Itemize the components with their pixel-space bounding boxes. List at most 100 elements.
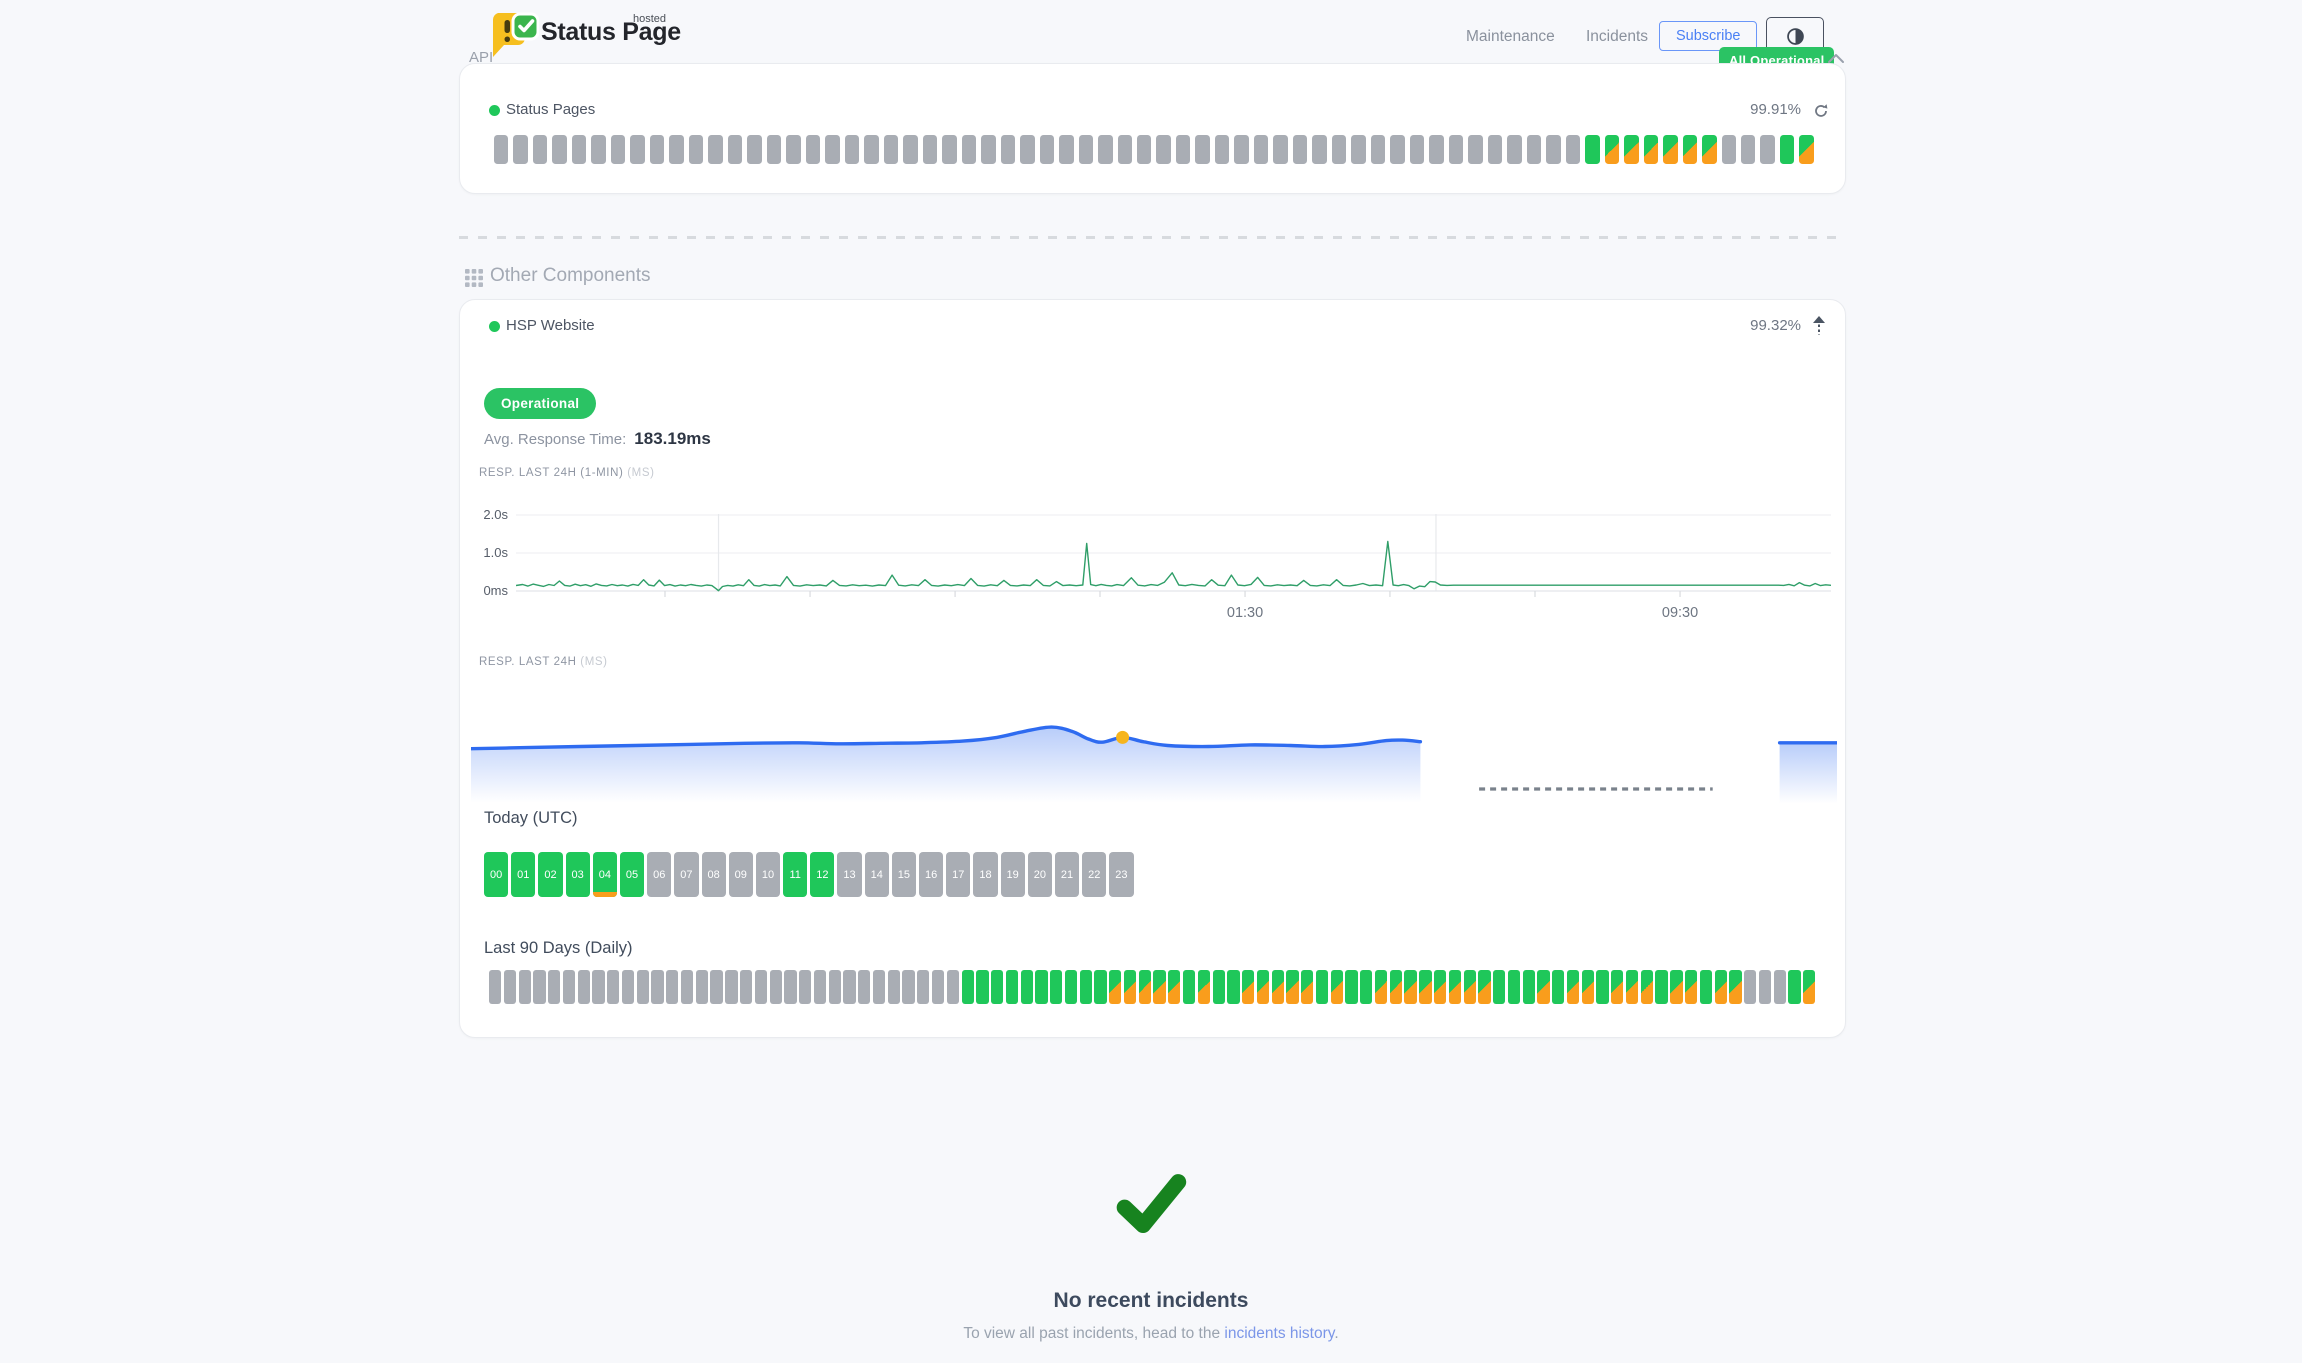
hour-label: 06 [653,869,665,881]
uptime-bar [1493,970,1505,1004]
chart2-marker-dot[interactable] [1116,731,1129,744]
hour-block-23: 23 [1109,852,1133,897]
no-incidents-section: No recent incidents To view all past inc… [0,1160,2302,1343]
uptime-bar [942,135,956,164]
uptime-bar [1429,135,1443,164]
uptime-bar [755,970,767,1004]
check-icon [1107,1160,1195,1248]
hour-block-13: 13 [837,852,861,897]
uptime-bar [1759,970,1771,1004]
hour-block-02: 02 [538,852,562,897]
svg-text:09:30: 09:30 [1662,605,1698,621]
uptime-bar [1001,135,1015,164]
chart1-ytick: 0ms [462,583,508,598]
nav-incidents[interactable]: Incidents [1586,28,1648,46]
uptime-bar [814,970,826,1004]
incidents-footer: To view all past incidents, head to the … [0,1325,2302,1343]
uptime-bar [519,970,531,1004]
uptime-bar [710,970,722,1004]
hour-block-11: 11 [783,852,807,897]
uptime-bar [1596,970,1608,1004]
uptime-bar [902,970,914,1004]
response-time-area-chart[interactable] [471,691,1837,816]
component-row[interactable]: HSP Website 99.32% [489,300,1831,356]
uptime-bar [1371,135,1385,164]
uptime-bar [651,970,663,1004]
section-divider [459,236,1844,239]
uptime-bar [1641,970,1653,1004]
uptime-bar [552,135,566,164]
uptime-bar [888,970,900,1004]
component-row[interactable]: Status Pages 99.91% [489,64,1831,124]
uptime-bar [767,135,781,164]
uptime-bar [494,135,508,164]
uptime-bar [1774,970,1786,1004]
uptime-bar [630,135,644,164]
uptime-bar [563,970,575,1004]
hour-label: 14 [871,869,883,881]
hour-block-03: 03 [566,852,590,897]
uptime-bar [1722,135,1736,164]
chart1-title: RESP. LAST 24H (1-MIN) (MS) [479,467,655,479]
uptime-bar [572,135,586,164]
uptime-bar [1605,135,1619,164]
trend-up-icon[interactable] [1812,316,1826,336]
nav-maintenance[interactable]: Maintenance [1466,28,1555,46]
uptime-bar [1683,135,1697,164]
uptime-bar [1183,970,1195,1004]
uptime-bar [1799,135,1813,164]
uptime-bar [533,970,545,1004]
uptime-bar [1176,135,1190,164]
uptime-bar [1375,970,1387,1004]
uptime-bar [1293,135,1307,164]
status-dot [489,321,500,332]
uptime-bar [1715,970,1727,1004]
uptime-bar [806,135,820,164]
uptime-bar [1273,135,1287,164]
hour-block-15: 15 [892,852,916,897]
uptime-bar [1059,135,1073,164]
hour-block-04: 04 [593,852,617,897]
hour-block-17: 17 [946,852,970,897]
uptime-bar [1419,970,1431,1004]
hour-label: 02 [544,869,556,881]
uptime-bar [923,135,937,164]
uptime-bar [1803,970,1815,1004]
chart2-title: RESP. LAST 24H (MS) [479,656,608,668]
uptime-bar [1272,970,1284,1004]
hour-label: 01 [517,869,529,881]
uptime-bar [903,135,917,164]
uptime-bar [843,970,855,1004]
hour-block-06: 06 [647,852,671,897]
last90-days-row [489,970,1816,1004]
uptime-bar [1198,970,1210,1004]
uptime-percent: 99.91% [1750,101,1801,118]
hour-label: 18 [979,869,991,881]
uptime-bar [533,135,547,164]
uptime-bar [1655,970,1667,1004]
hour-label: 05 [626,869,638,881]
footer-prefix: To view all past incidents, head to the [963,1325,1224,1342]
uptime-bar [1109,970,1121,1004]
incidents-history-link[interactable]: incidents history [1224,1325,1334,1342]
refresh-icon[interactable] [1813,103,1829,119]
response-time-line-chart[interactable]: 01:3009:30 [516,514,1831,629]
uptime-bar [1301,970,1313,1004]
chart1-ytick: 1.0s [462,545,508,560]
uptime-bar [1744,970,1756,1004]
uptime-bar [873,970,885,1004]
contrast-icon [1785,26,1806,47]
uptime-bar [578,970,590,1004]
uptime-bar [1195,135,1209,164]
uptime-bar [1626,970,1638,1004]
hour-block-16: 16 [919,852,943,897]
hour-label: 23 [1115,869,1127,881]
uptime-bar [770,970,782,1004]
uptime-bar [1582,970,1594,1004]
grid-icon [464,268,484,288]
uptime-percent: 99.32% [1750,317,1801,334]
uptime-bar [489,970,501,1004]
app-logo-icon[interactable] [487,11,539,66]
hour-label: 17 [952,869,964,881]
uptime-bar [1098,135,1112,164]
